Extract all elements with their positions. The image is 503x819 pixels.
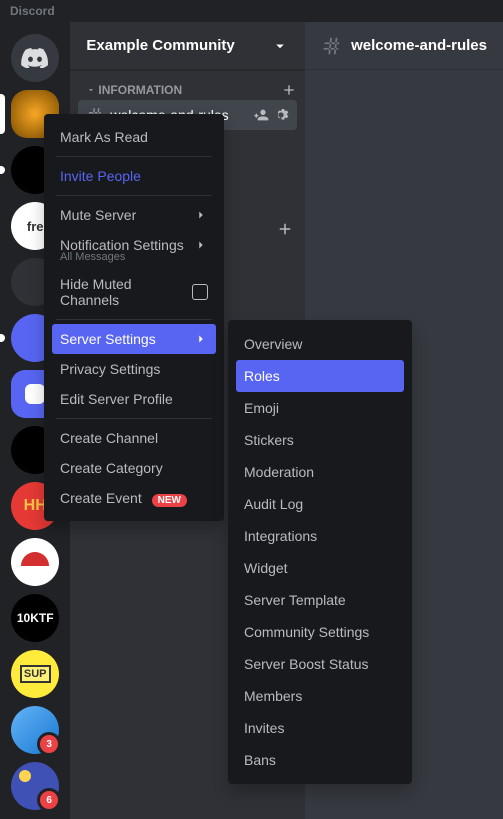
gear-icon[interactable] [273,107,289,123]
menu-invite-people[interactable]: Invite People [52,161,216,191]
server-icon[interactable]: 3 [11,706,59,754]
server-name: Example Community [86,37,234,54]
hash-icon [321,35,343,57]
home-button[interactable] [11,34,59,82]
chevron-right-icon [194,238,208,252]
menu-hide-muted-channels[interactable]: Hide Muted Channels [52,269,216,315]
chevron-down-icon [271,37,289,55]
new-badge: NEW [152,494,187,507]
chevron-right-icon [194,208,208,222]
chevron-down-icon [86,85,96,95]
menu-separator [56,418,212,419]
checkbox-icon [192,284,208,300]
server-context-menu: Mark As Read Invite People Mute Server N… [44,114,224,521]
menu-server-settings[interactable]: Server Settings [52,324,216,354]
menu-notification-subtext: All Messages [52,251,216,269]
submenu-members[interactable]: Members [236,680,404,712]
plus-icon [276,220,294,238]
submenu-server-template[interactable]: Server Template [236,584,404,616]
submenu-roles[interactable]: Roles [236,360,404,392]
server-icon[interactable] [11,538,59,586]
menu-mute-server[interactable]: Mute Server [52,200,216,230]
server-icon[interactable]: SUP [11,650,59,698]
menu-separator [56,319,212,320]
server-settings-submenu: Overview Roles Emoji Stickers Moderation… [228,320,412,784]
create-channel-button[interactable] [281,82,297,98]
menu-privacy-settings[interactable]: Privacy Settings [52,354,216,384]
submenu-stickers[interactable]: Stickers [236,424,404,456]
submenu-bans[interactable]: Bans [236,744,404,776]
category-label-text: INFORMATION [98,83,182,97]
menu-create-category[interactable]: Create Category [52,453,216,483]
menu-create-event[interactable]: Create Event NEW [52,483,216,513]
app-titlebar: Discord [0,0,503,22]
channel-title: welcome-and-rules [351,37,487,54]
menu-separator [56,195,212,196]
submenu-widget[interactable]: Widget [236,552,404,584]
submenu-emoji[interactable]: Emoji [236,392,404,424]
discord-logo-icon [21,48,49,68]
submenu-audit-log[interactable]: Audit Log [236,488,404,520]
notification-badge: 3 [37,732,61,756]
submenu-invites[interactable]: Invites [236,712,404,744]
menu-edit-server-profile[interactable]: Edit Server Profile [52,384,216,414]
channel-header: welcome-and-rules [305,22,503,70]
chevron-right-icon [194,332,208,346]
menu-separator [56,156,212,157]
submenu-overview[interactable]: Overview [236,328,404,360]
create-invite-icon[interactable] [253,107,269,123]
submenu-server-boost-status[interactable]: Server Boost Status [236,648,404,680]
submenu-community-settings[interactable]: Community Settings [236,616,404,648]
create-channel-button-secondary[interactable] [276,220,294,238]
submenu-integrations[interactable]: Integrations [236,520,404,552]
server-icon[interactable]: 6 [11,762,59,810]
menu-mark-as-read[interactable]: Mark As Read [52,122,216,152]
server-header-dropdown[interactable]: Example Community [70,22,305,70]
plus-icon [281,82,297,98]
menu-create-channel[interactable]: Create Channel [52,423,216,453]
channel-category[interactable]: INFORMATION [70,70,305,94]
notification-badge: 6 [37,788,61,812]
submenu-moderation[interactable]: Moderation [236,456,404,488]
app-name: Discord [10,4,55,18]
server-icon[interactable]: 10KTF [11,594,59,642]
